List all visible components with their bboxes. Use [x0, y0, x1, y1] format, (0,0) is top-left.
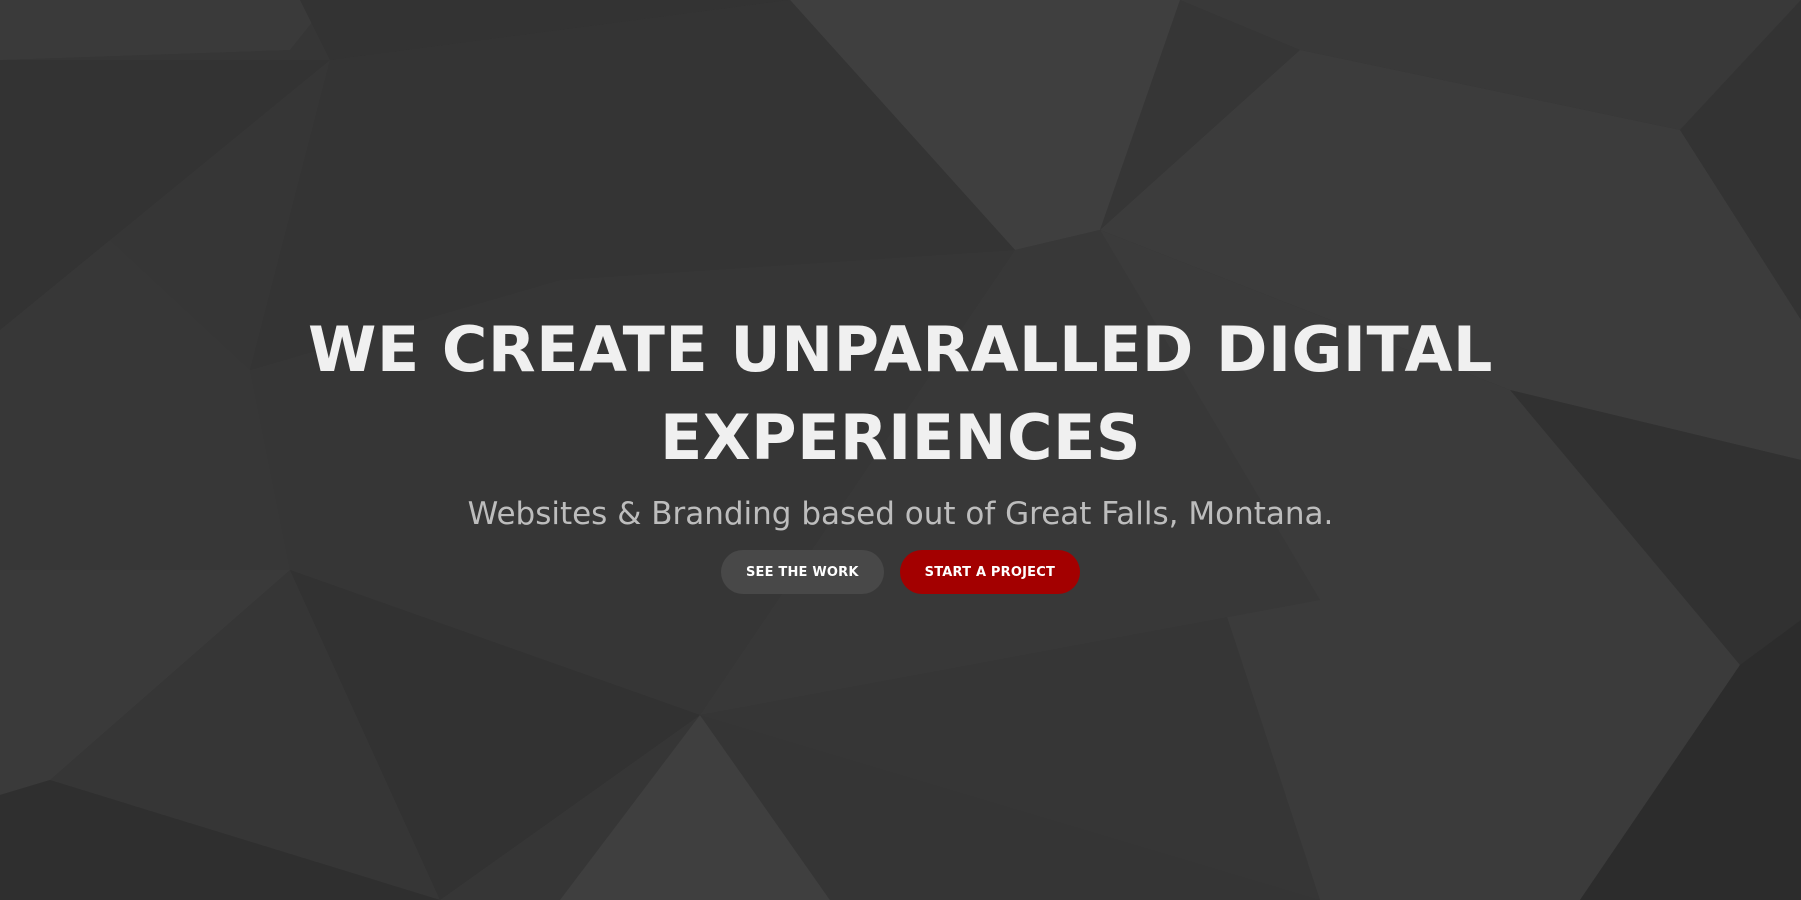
hero-section: WE CREATE UNPARALLED DIGITAL EXPERIENCES… [0, 0, 1801, 900]
start-a-project-button[interactable]: START A PROJECT [899, 550, 1081, 594]
see-the-work-button[interactable]: SEE THE WORK [720, 550, 884, 594]
cta-button-group: SEE THE WORK START A PROJECT [720, 550, 1081, 594]
hero-headline: WE CREATE UNPARALLED DIGITAL EXPERIENCES [308, 313, 1493, 474]
hero-subheadline: Websites & Branding based out of Great F… [467, 496, 1334, 532]
hero-content: WE CREATE UNPARALLED DIGITAL EXPERIENCES… [0, 0, 1801, 900]
